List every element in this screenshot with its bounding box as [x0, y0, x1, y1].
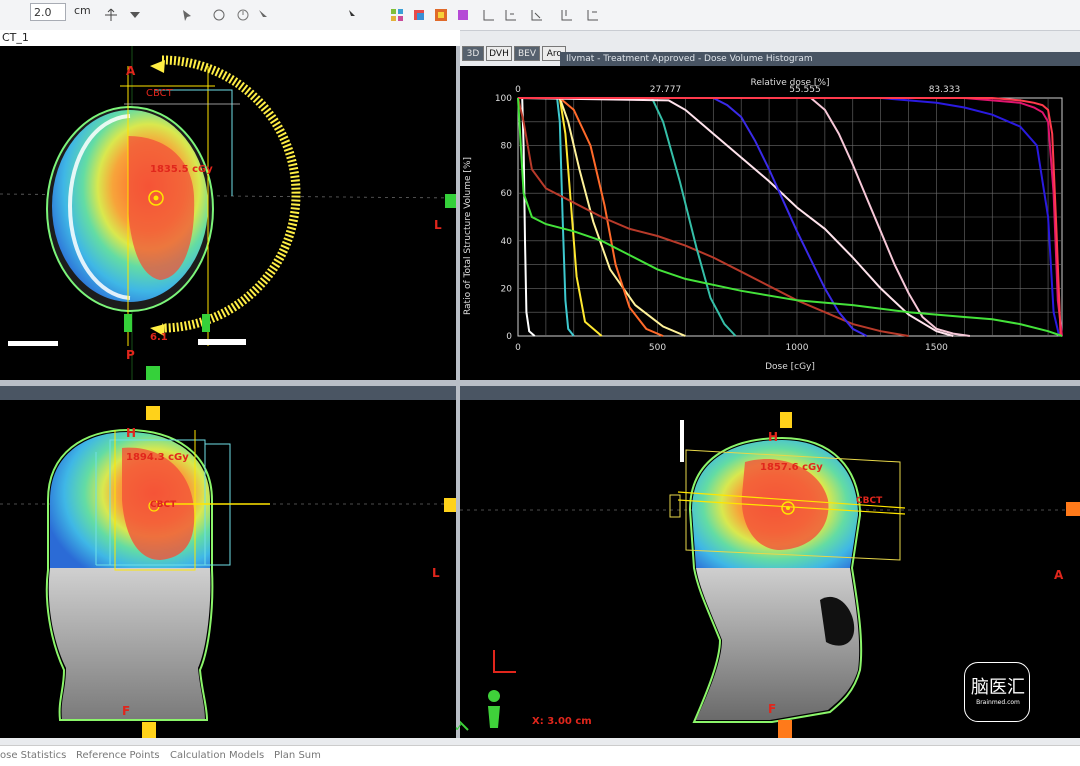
sagittal-view-panel[interactable]: H 1857.6 cGy CBCT A F X: 3.00 cm 脑医汇 Bra… — [460, 400, 1080, 738]
select-arrow-icon[interactable] — [345, 7, 359, 21]
watermark-logo: 脑医汇 Brainmed.com — [964, 662, 1030, 722]
density-icon[interactable] — [456, 7, 470, 21]
vertical-splitter[interactable] — [456, 46, 460, 738]
dvh-x-tick-label: 0 — [515, 343, 521, 353]
main-toolbar: 2.0 cm — [0, 0, 1080, 31]
cursor-tool-icon[interactable] — [180, 7, 194, 21]
layout-two-icon[interactable] — [504, 7, 518, 21]
tab-calculation-models[interactable]: Calculation Models — [170, 750, 264, 761]
layout-one-icon[interactable] — [482, 7, 496, 21]
sagittal-header-bar — [460, 386, 1080, 400]
sagittal-foot-label: F — [768, 702, 777, 716]
move-arrows-icon[interactable] — [104, 7, 118, 21]
dvh-y-tick-label: 40 — [501, 237, 513, 247]
dropdown-arrow-icon[interactable] — [128, 7, 142, 21]
tab-3d[interactable]: 3D — [462, 46, 484, 61]
axial-posterior-label: P — [126, 348, 135, 362]
rotate-tool-icon[interactable] — [212, 7, 226, 21]
axial-anterior-label: A — [126, 64, 136, 78]
dvh-y-tick-label: 100 — [495, 94, 512, 104]
pointer-icon[interactable] — [256, 7, 270, 21]
color-cube-icon[interactable] — [412, 7, 426, 21]
coronal-view-panel[interactable]: H 1894.3 cGy CBCT L F — [0, 400, 456, 738]
zoom-unit-label: cm — [74, 4, 91, 17]
isodose-icon[interactable] — [434, 7, 448, 21]
reset-view-icon[interactable] — [236, 7, 250, 21]
sagittal-cbct-label: CBCT — [856, 496, 883, 506]
dvh-top-tick-label: 27.777 — [650, 85, 682, 95]
coronal-dose-readout: 1894.3 cGy — [126, 452, 189, 463]
layout-five-icon[interactable] — [586, 7, 600, 21]
dvh-top-axis-label: Relative dose [%] — [750, 78, 829, 88]
axial-cbct-label: CBCT — [146, 88, 173, 99]
dvh-x-tick-label: 1500 — [925, 343, 948, 353]
dvh-x-axis-label: Dose [cGy] — [765, 362, 815, 372]
coronal-cbct-label: CBCT — [150, 500, 177, 510]
tab-dvh[interactable]: DVH — [486, 46, 512, 61]
axial-dose-readout: 1835.5 cGy — [150, 164, 213, 175]
sagittal-head-label: H — [768, 430, 779, 444]
dvh-y-tick-label: 60 — [501, 189, 513, 199]
sagittal-dose-readout: 1857.6 cGy — [760, 462, 823, 473]
watermark-main-text: 脑医汇 — [971, 677, 1025, 698]
layout-three-icon[interactable] — [530, 7, 544, 21]
tab-reference-points[interactable]: Reference Points — [76, 750, 160, 761]
horizontal-splitter[interactable] — [0, 380, 1080, 386]
zoom-value-field[interactable]: 2.0 — [30, 3, 66, 21]
dvh-top-tick-label: 83.333 — [929, 85, 961, 95]
coronal-foot-label: F — [122, 704, 131, 718]
tab-bev[interactable]: BEV — [514, 46, 540, 61]
axial-view-panel[interactable]: A CBCT 1835.5 cGy P 6.1 L — [0, 46, 456, 380]
dvh-top-tick-label: 0 — [515, 85, 521, 95]
watermark-sub-text: Brainmed.com — [976, 699, 1020, 706]
tab-dose-statistics[interactable]: ose Statistics — [0, 750, 66, 761]
axial-scan-image — [0, 46, 456, 380]
coronal-scan-image — [0, 406, 456, 738]
tab-plan-sum[interactable]: Plan Sum — [274, 750, 321, 761]
sagittal-anterior-label: A — [1054, 568, 1064, 582]
checkmark-icon: ✓ — [454, 720, 465, 734]
dvh-chart: 0 500 1000 15000204060801000 27.777 55.555 83.… — [463, 78, 1063, 372]
coronal-head-label: H — [126, 426, 137, 440]
coronal-header-bar — [0, 386, 456, 400]
dvh-y-tick-label: 80 — [501, 142, 513, 152]
dvh-header-bar: Ilvmat - Treatment Approved - Dose Volum… — [560, 52, 1080, 66]
sagittal-scale-readout: X: 3.00 cm — [532, 716, 592, 727]
window-title: CT_1 — [0, 30, 460, 46]
coronal-left-label: L — [432, 566, 440, 580]
dvh-y-tick-label: 20 — [501, 284, 513, 294]
dvh-y-tick-label: 0 — [506, 332, 512, 342]
axial-arc-angle: 6.1 — [150, 332, 168, 343]
dvh-y-axis-label: Ratio of Total Structure Volume [%] — [463, 157, 473, 315]
bottom-tab-bar: ose Statistics Reference Points Calculat… — [0, 745, 1080, 766]
dvh-chart-panel: 0 500 1000 1500 0 20 40 60 80 100 0 27.777 55.555 83.… — [460, 66, 1080, 380]
dvh-x-tick-label: 500 — [649, 343, 666, 353]
structure-grid-icon[interactable] — [390, 7, 404, 21]
dvh-x-tick-label: 1000 — [786, 343, 809, 353]
layout-four-icon[interactable] — [560, 7, 574, 21]
axial-left-label: L — [434, 218, 442, 232]
